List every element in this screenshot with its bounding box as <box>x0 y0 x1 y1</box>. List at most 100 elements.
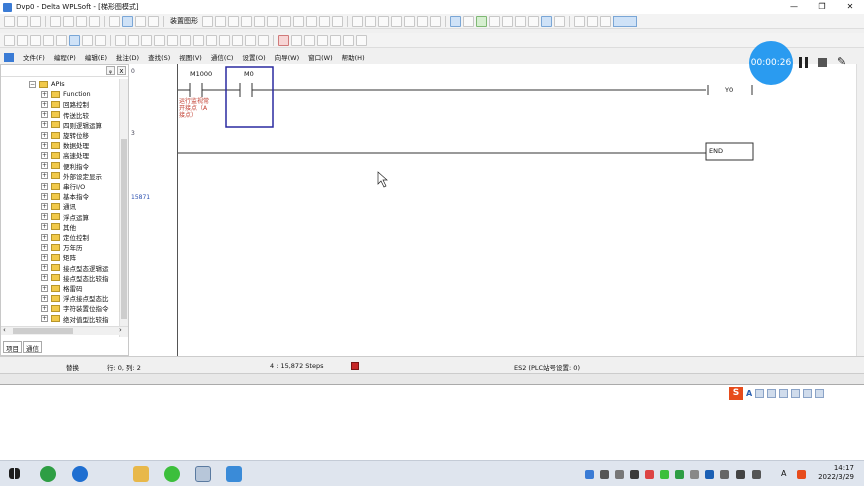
contact-no-icon[interactable] <box>202 15 213 27</box>
tree-root-apis[interactable]: − APIs <box>1 79 65 89</box>
tree-item[interactable]: + 基本指令 <box>1 191 89 201</box>
ime-mode-indicator[interactable]: A <box>746 389 752 398</box>
tool-k-icon[interactable] <box>245 34 256 46</box>
expand-icon[interactable]: + <box>41 243 48 251</box>
tray-network-icon-2[interactable] <box>752 470 761 479</box>
download-icon[interactable] <box>528 15 539 27</box>
expand-icon[interactable]: + <box>41 182 48 190</box>
device-comment-icon[interactable] <box>56 34 67 46</box>
tree-item[interactable]: + 串行I/O <box>1 181 85 191</box>
tree-item[interactable]: + 数据处理 <box>1 140 89 150</box>
tool-o-icon[interactable] <box>304 34 315 46</box>
wechat-icon[interactable] <box>164 466 180 482</box>
menu-help[interactable]: 帮助(H) <box>342 52 365 62</box>
output-splitter[interactable] <box>0 374 864 384</box>
ime-keyboard-icon[interactable] <box>779 388 789 398</box>
tray-icon-2[interactable] <box>600 470 609 479</box>
close-button[interactable]: ✕ <box>836 0 864 14</box>
tab-project[interactable]: 项目 <box>3 341 22 353</box>
comment-icon[interactable] <box>476 15 487 27</box>
online-icon[interactable] <box>541 15 552 27</box>
tree-item[interactable]: + 其他 <box>1 222 76 232</box>
expand-icon[interactable]: + <box>41 162 48 170</box>
expand-icon[interactable]: + <box>41 264 48 272</box>
tool-l-icon[interactable] <box>258 34 269 46</box>
tree-item[interactable]: + 高速处理 <box>1 150 89 160</box>
link-icon[interactable] <box>600 15 611 27</box>
tree-item[interactable]: + 浮点接点型态比 <box>1 293 109 303</box>
tool-p-icon[interactable] <box>317 34 328 46</box>
zoom-combo[interactable] <box>613 15 637 27</box>
tool-m-icon[interactable] <box>278 34 289 46</box>
tree-item[interactable]: + 绝对值型比较指 <box>1 314 109 324</box>
ime-settings-icon[interactable] <box>815 388 825 398</box>
contact-nc-icon[interactable] <box>215 15 226 27</box>
mc-icon[interactable] <box>391 15 402 27</box>
convert-icon[interactable] <box>463 15 474 27</box>
pen-icon[interactable]: ✎ <box>837 55 846 68</box>
menu-file[interactable]: 文件(F) <box>23 52 45 62</box>
browser-360-icon[interactable] <box>40 466 56 482</box>
step-icon[interactable] <box>417 15 428 27</box>
tray-icon-3[interactable] <box>615 470 624 479</box>
parallel-rising-icon[interactable] <box>352 15 363 27</box>
tree-item[interactable]: + 字符装置位指令 <box>1 303 109 313</box>
contact-falling-icon[interactable] <box>254 15 265 27</box>
expand-icon[interactable]: + <box>41 315 48 323</box>
tray-wechat-icon[interactable] <box>660 470 669 479</box>
start-icon[interactable] <box>9 468 20 479</box>
tool-j-icon[interactable] <box>232 34 243 46</box>
minimize-button[interactable]: — <box>780 0 808 14</box>
tray-network-icon[interactable] <box>720 470 729 479</box>
tree-item[interactable]: + 通讯 <box>1 201 76 211</box>
upload-icon[interactable] <box>515 15 526 27</box>
list-view-icon[interactable] <box>43 34 54 46</box>
menu-view[interactable]: 视图(V) <box>179 52 202 62</box>
tool-c-icon[interactable] <box>141 34 152 46</box>
contact-m0-label[interactable]: M0 <box>244 70 254 78</box>
zoom-icon[interactable] <box>122 15 133 27</box>
expand-icon[interactable]: + <box>41 223 48 231</box>
tray-sogou-icon[interactable] <box>797 470 806 479</box>
ladder-mode-label[interactable]: 装置图形 <box>168 16 200 26</box>
contact-parallel-icon[interactable] <box>228 15 239 27</box>
tool-q-icon[interactable] <box>330 34 341 46</box>
tree-item[interactable]: + 定位控制 <box>1 232 89 242</box>
tree-item[interactable]: + 旋转位移 <box>1 130 89 140</box>
expand-icon[interactable]: + <box>41 141 48 149</box>
expand-icon[interactable]: + <box>41 90 48 98</box>
expand-icon[interactable]: + <box>41 151 48 159</box>
find-icon[interactable] <box>135 15 146 27</box>
tray-clock[interactable]: 14:17 2022/3/29 <box>818 464 854 482</box>
end-label[interactable]: END <box>709 147 723 155</box>
function-icon[interactable] <box>280 15 291 27</box>
tool-h-icon[interactable] <box>206 34 217 46</box>
expand-icon[interactable]: + <box>41 202 48 210</box>
tool-n-icon[interactable] <box>291 34 302 46</box>
wplsoft-taskbar-icon[interactable] <box>195 466 211 482</box>
tree-item[interactable]: + 外部设定显示 <box>1 171 102 181</box>
tray-360-icon[interactable] <box>675 470 684 479</box>
menu-program[interactable]: 编程(P) <box>54 52 76 62</box>
tree-item[interactable]: + 浮点运算 <box>1 212 89 222</box>
instruction-view-icon[interactable] <box>17 34 28 46</box>
menu-comment[interactable]: 批注(D) <box>116 52 139 62</box>
tree-item[interactable]: + Function <box>1 89 91 99</box>
hline-icon[interactable] <box>293 15 304 27</box>
tree-item[interactable]: + 矩阵 <box>1 252 76 262</box>
ime-toolbox-icon[interactable] <box>803 388 813 398</box>
menu-edit[interactable]: 编辑(E) <box>85 52 107 62</box>
new-file-icon[interactable] <box>4 15 15 27</box>
undo-icon[interactable] <box>109 15 120 27</box>
expand-icon[interactable]: + <box>41 253 48 261</box>
tool-d-icon[interactable] <box>154 34 165 46</box>
ime-skin-icon[interactable] <box>791 388 801 398</box>
cut-icon[interactable] <box>63 15 74 27</box>
sogou-ime-icon[interactable]: S <box>729 386 743 400</box>
ime-voice-icon[interactable] <box>767 388 777 398</box>
ladder-view-icon[interactable] <box>4 34 15 46</box>
expand-icon[interactable]: + <box>41 233 48 241</box>
tree-item[interactable]: + 四则逻辑运算 <box>1 120 102 130</box>
recording-timer[interactable]: 00:00:26 <box>749 41 793 85</box>
ladder-edit-icon[interactable] <box>69 34 80 46</box>
